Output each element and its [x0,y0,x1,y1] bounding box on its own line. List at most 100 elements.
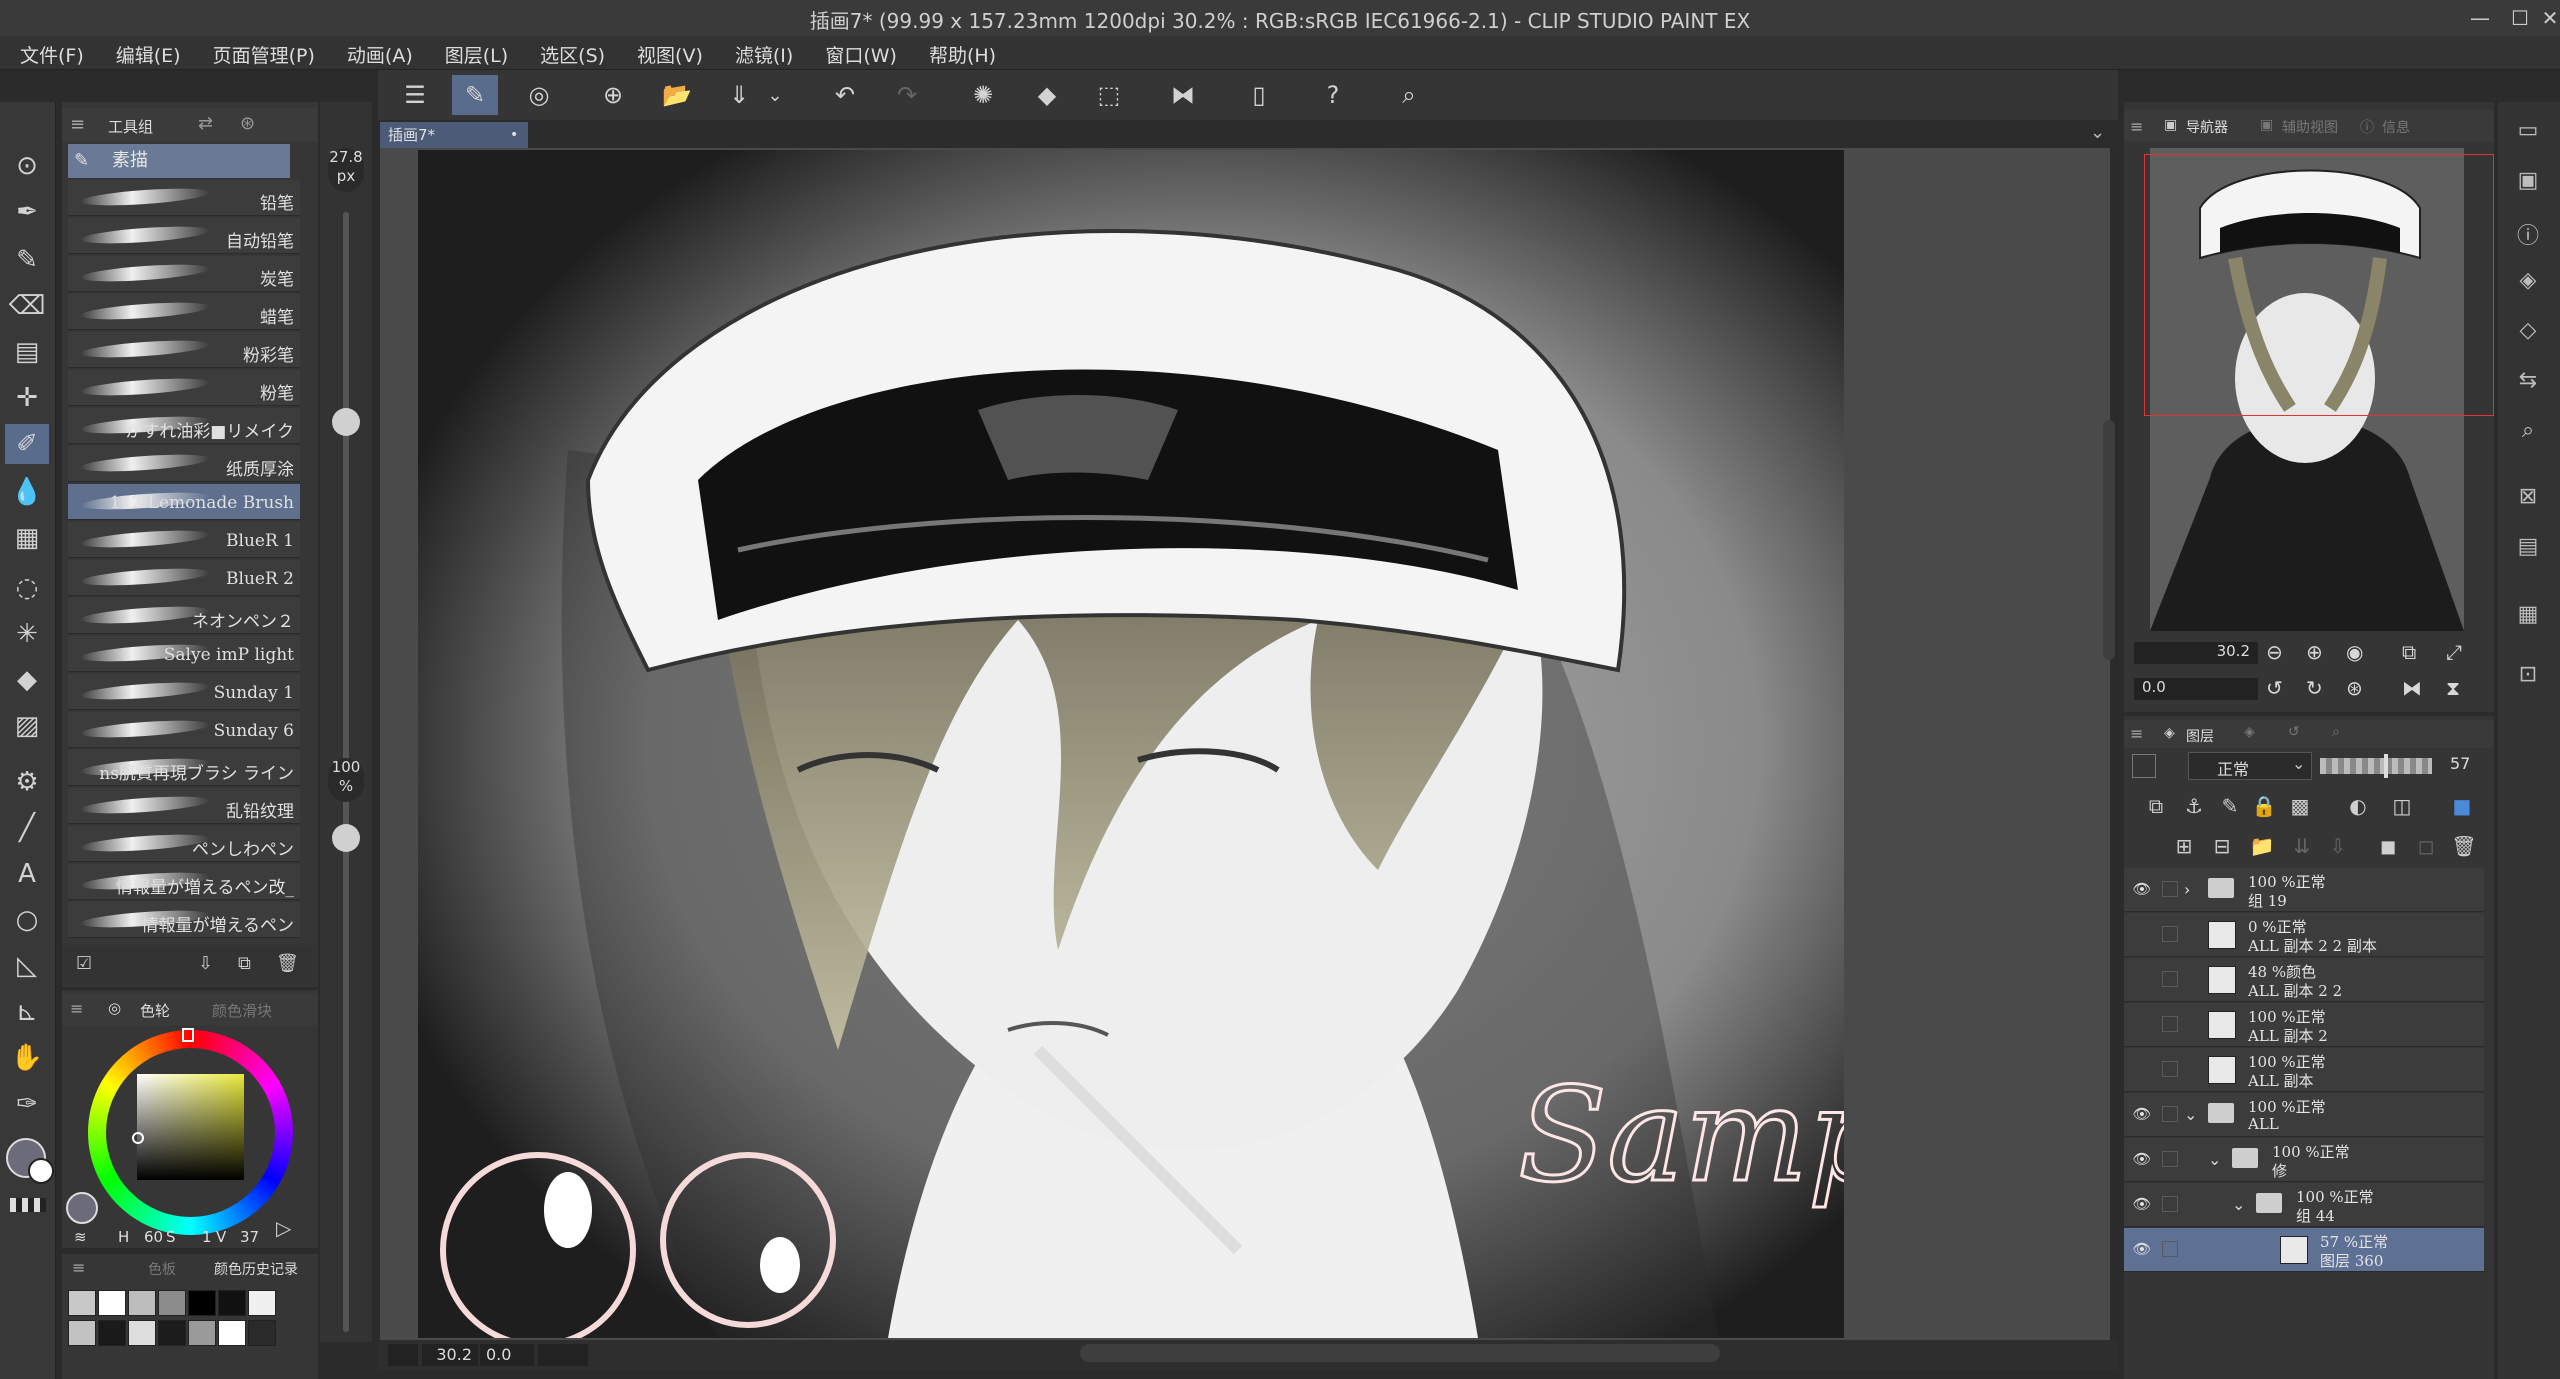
copy-subtool-icon[interactable]: ⧉ [238,953,251,974]
chevron-down-icon[interactable]: ⌄ [2184,1105,2197,1124]
layer-row[interactable]: 👁 ⌄ 100 %正常组 44 [2124,1183,2484,1227]
layer-select-checkbox[interactable] [2162,1016,2178,1032]
brush-item[interactable]: 炭笔 [68,256,300,292]
history-icon[interactable]: ↺ [2288,724,2300,740]
pen-tool-icon[interactable]: ✒ [5,192,49,232]
brush-item[interactable]: 纸质厚涂 [68,446,300,482]
brush-item[interactable]: ペンしわペン [68,826,300,862]
menu-view[interactable]: 视图(V) [627,36,713,68]
brush-item[interactable]: 自动铅笔 [68,218,300,254]
sub-view-dock-icon[interactable]: ▣ [2512,168,2544,200]
visibility-eye-icon[interactable] [2132,970,2152,990]
flip-vertical-icon[interactable]: ⧗ [2446,676,2460,700]
color-swatch[interactable] [68,1320,96,1346]
merge-down-icon[interactable]: ⇩ [2324,832,2352,860]
tab-layer[interactable]: 图层 [2186,726,2214,746]
help-icon[interactable]: ? [1310,75,1356,115]
color-swatch[interactable] [248,1290,276,1316]
color-swatch[interactable] [188,1320,216,1346]
menu-icon[interactable]: ≡ [70,114,85,135]
rotation-control[interactable] [538,1344,588,1366]
pencil-tool-icon[interactable]: ✎ [5,240,49,280]
eraser-tool-icon[interactable]: ⌫ [5,286,49,326]
menu-layer[interactable]: 图层(L) [435,36,518,68]
layer-search-icon[interactable]: ⌕ [2332,724,2340,740]
layer-opacity-handle[interactable] [2383,754,2388,778]
color-swatch[interactable] [98,1320,126,1346]
visibility-eye-icon[interactable]: 👁 [2132,1195,2152,1215]
color-swatch[interactable] [158,1290,186,1316]
timeline-dock-icon[interactable]: ▦ [2512,602,2544,634]
layer-select-checkbox[interactable] [2162,1061,2178,1077]
flip-horizontal-icon[interactable]: ⧓ [2402,676,2422,700]
tab-color-history[interactable]: 颜色历史记录 [214,1259,298,1279]
main-color-small[interactable] [66,1192,98,1224]
visibility-eye-icon[interactable]: 👁 [2132,880,2152,900]
layer-row[interactable]: 👁 ⌄ 100 %正常 ALL [2124,1093,2484,1137]
menu-icon[interactable]: ≡ [2130,724,2143,743]
layer-select-checkbox[interactable] [2162,1106,2178,1122]
brush-item[interactable]: 粉笔 [68,370,300,406]
transform-icon[interactable]: ⬚ [1086,75,1132,115]
airbrush-tool-icon[interactable]: ▤ [5,332,49,372]
color-swatch[interactable] [68,1290,96,1316]
menu-edit[interactable]: 编辑(E) [106,36,191,68]
info-dock-icon[interactable]: ⓘ [2512,218,2544,250]
lock-transparency-icon[interactable]: ▩ [2286,792,2314,820]
layer-color-swatch-icon[interactable]: ■ [2448,792,2476,820]
brush-item[interactable]: Salye imP light [68,636,300,672]
layer-row[interactable]: 👁 57 %正常 图层 360 [2124,1228,2484,1272]
tab-navigator[interactable]: 导航器 [2186,117,2228,137]
zoom-value[interactable]: 30.2 [422,1344,478,1366]
close-button[interactable]: ✕ [2530,2,2560,34]
layer-select-checkbox[interactable] [2162,926,2178,942]
balloon-tool-icon[interactable]: ○ [5,900,49,940]
color-swatch[interactable] [98,1290,126,1316]
hue-marker[interactable] [182,1028,194,1042]
menu-file[interactable]: 文件(F) [10,36,94,68]
color-swatch[interactable] [218,1320,246,1346]
brush-item[interactable]: ns肌質再現ブラシ ライン [68,750,300,786]
brush-size-icon[interactable]: ⊛ [240,113,255,134]
layer-select-checkbox[interactable] [2162,1151,2178,1167]
delete-subtool-icon[interactable]: 🗑 [276,953,299,974]
ruler-tool-icon[interactable]: ⊾ [5,992,49,1032]
menu-filter[interactable]: 滤镜(I) [725,36,803,68]
navigator-rotation-value[interactable]: 0.0 [2134,678,2258,700]
minimize-button[interactable]: — [2460,2,2500,34]
menu-help[interactable]: 帮助(H) [919,36,1006,68]
clip-icon[interactable]: ⧉ [2142,792,2170,820]
add-mask-icon[interactable]: ◼ [2374,832,2402,860]
lasso-tool-icon[interactable]: ◌ [5,568,49,608]
artwork[interactable]: Sample [418,150,1844,1338]
navigator-dock-icon[interactable]: ▭ [2512,118,2544,150]
object-tool-icon[interactable]: ⚙ [5,762,49,802]
new-raster-layer-icon[interactable]: ⊞ [2170,832,2198,860]
new-folder-icon[interactable]: 📁 [2248,832,2276,860]
chevron-down-icon[interactable]: ⌄ [2208,1150,2221,1169]
visibility-eye-icon[interactable]: 👁 [2132,1150,2152,1170]
save-icon[interactable]: ⇓ [716,75,762,115]
material-dock-icon[interactable]: ⊠ [2512,484,2544,516]
reference-icon[interactable]: ⚓ [2180,792,2208,820]
transparent-color-chip[interactable] [10,1198,46,1212]
visibility-eye-icon[interactable]: 👁 [2132,1105,2152,1125]
layer-select-checkbox[interactable] [2162,971,2178,987]
tab-color-slider[interactable]: 颜色滑块 [212,1000,272,1021]
download-icon[interactable]: ⇩ [198,953,213,974]
zoom-out-icon[interactable] [388,1344,418,1366]
brush-item[interactable]: 乱铅纹理 [68,788,300,824]
brush-item[interactable]: Sunday 6 [68,712,300,748]
apply-mask-icon[interactable]: ◻ [2412,832,2440,860]
subtool-settings-icon[interactable]: ☑ [76,953,92,974]
chevron-right-icon[interactable]: › [2184,880,2190,899]
transfer-down-icon[interactable]: ⇊ [2288,832,2316,860]
tab-info[interactable]: 信息 [2382,117,2410,137]
layer-opacity-slider[interactable] [2320,758,2432,774]
layer-row[interactable]: 100 %正常 ALL 副本 [2124,1048,2484,1092]
brush-size-handle[interactable] [332,408,360,437]
fit-navigator-icon[interactable]: ⧉ [2402,640,2416,664]
layer-color-toggle-icon[interactable]: ◫ [2388,792,2416,820]
rotate-right-icon[interactable]: ↻ [2306,676,2323,700]
brush-item[interactable]: ネオンペン２ [68,598,300,634]
